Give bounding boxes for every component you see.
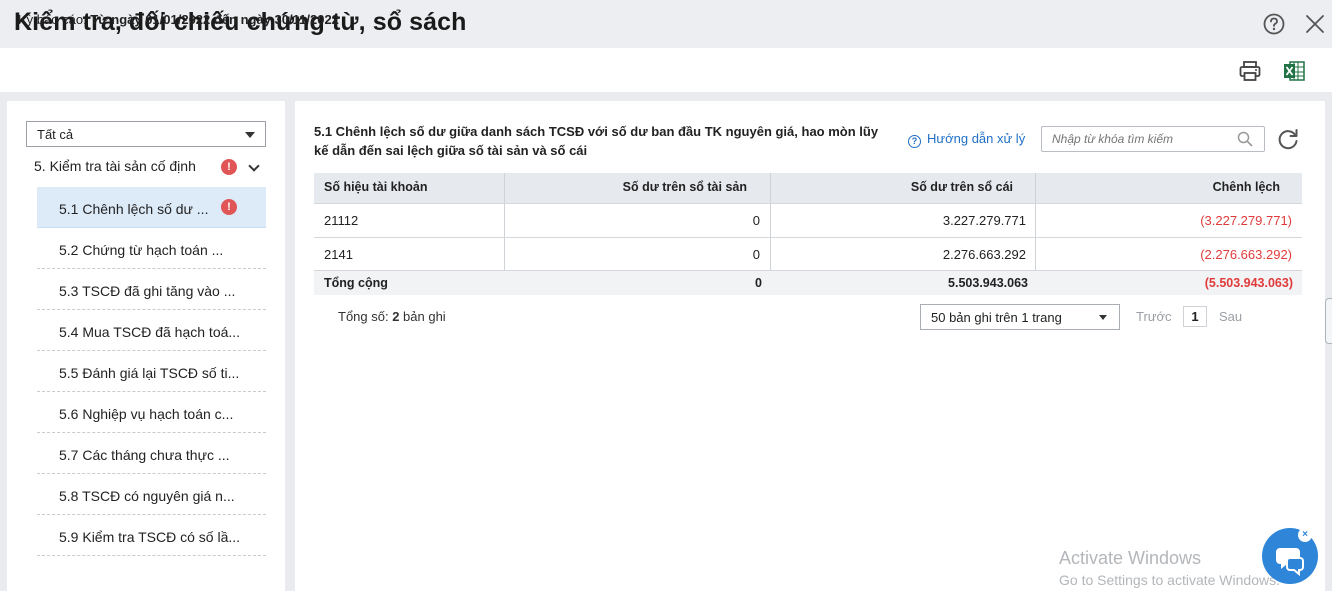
question-icon: ?	[908, 135, 921, 148]
chevron-down-icon[interactable]	[248, 160, 260, 172]
filter-select[interactable]: Tất cả	[26, 121, 266, 147]
sidebar-group-header[interactable]: 5. Kiểm tra tài sản cố định !	[34, 158, 266, 180]
cell-asset-balance: 0	[752, 213, 760, 228]
search-input[interactable]	[1041, 126, 1265, 152]
cell-difference: (3.227.279.771)	[1200, 213, 1292, 228]
excel-export-icon[interactable]	[1282, 59, 1306, 83]
guide-link[interactable]: ? Hướng dẫn xử lý	[908, 131, 1025, 148]
sidebar-item-5-2[interactable]: 5.2 Chứng từ hạch toán ...	[37, 228, 266, 269]
total-asset-balance: 0	[755, 276, 762, 290]
sidebar-item-label: 5.1 Chênh lệch số dư ...	[59, 201, 209, 217]
close-icon[interactable]	[1304, 13, 1326, 35]
help-icon[interactable]	[1263, 13, 1285, 35]
row-divider	[314, 237, 1302, 238]
column-header-account: Số hiệu tài khoản	[324, 180, 428, 194]
sidebar-item-5-5[interactable]: 5.5 Đánh giá lại TSCĐ số ti...	[37, 351, 266, 392]
report-period-value: Từ ngày 01/01/2022 đến ngày 30/11/2022	[90, 12, 339, 27]
record-count-prefix: Tổng số:	[338, 309, 393, 324]
sidebar-item-label: 5.7 Các tháng chưa thực ...	[59, 447, 230, 463]
sidebar-item-5-9[interactable]: 5.9 Kiểm tra TSCĐ có số lầ...	[37, 515, 266, 556]
sidebar-item-5-1[interactable]: 5.1 Chênh lệch số dư ... !	[37, 187, 266, 228]
sidebar-item-label: 5.8 TSCĐ có nguyên giá n...	[59, 488, 235, 504]
column-header-ledger-balance: Số dư trên sổ cái	[910, 180, 1013, 194]
sidebar-group-label: 5. Kiểm tra tài sản cố định	[34, 158, 196, 174]
alert-icon: !	[221, 159, 237, 175]
cell-ledger-balance: 2.276.663.292	[942, 247, 1026, 262]
cell-account: 2141	[324, 247, 353, 262]
total-label: Tổng cộng	[324, 276, 388, 290]
section-title: 5.1 Chênh lệch số dư giữa danh sách TCSĐ…	[314, 124, 879, 158]
sidebar-item-label: 5.9 Kiểm tra TSCĐ có số lầ...	[59, 529, 241, 545]
sidebar-item-label: 5.4 Mua TSCĐ đã hạch toá...	[59, 324, 241, 340]
sidebar-item-label: 5.6 Nghiệp vụ hạch toán c...	[59, 406, 234, 422]
guide-link-label: Hướng dẫn xử lý	[927, 131, 1026, 146]
filter-select-value: Tất cả	[37, 127, 74, 142]
column-header-asset-balance: Số dư trên sổ tài sản	[622, 180, 747, 194]
alert-icon: !	[221, 199, 237, 215]
total-ledger-balance: 5.503.943.063	[948, 276, 1028, 290]
search-icon[interactable]	[1237, 131, 1253, 147]
page-size-value: 50 bản ghi trên 1 trang	[931, 310, 1062, 325]
sidebar-item-5-8[interactable]: 5.8 TSCĐ có nguyên giá n...	[37, 474, 266, 515]
caret-down-icon	[245, 132, 255, 138]
sidebar-list: 5.1 Chênh lệch số dư ... ! 5.2 Chứng từ …	[37, 187, 266, 556]
windows-activation-title: Activate Windows	[1059, 548, 1202, 568]
chat-close-button[interactable]: ×	[1298, 528, 1312, 542]
column-header-difference: Chênh lệch	[1212, 180, 1280, 194]
sidebar-item-5-3[interactable]: 5.3 TSCĐ đã ghi tăng vào ...	[37, 269, 266, 310]
total-difference: (5.503.943.063)	[1204, 276, 1293, 290]
cell-account: 21112	[324, 213, 359, 228]
cell-difference: (2.276.663.292)	[1200, 247, 1292, 262]
page-size-select[interactable]: 50 bản ghi trên 1 trang	[920, 304, 1120, 330]
caret-down-icon	[1099, 315, 1107, 320]
cell-asset-balance: 0	[752, 247, 760, 262]
report-period: Kỳ báo cáo: Từ ngày 01/01/2022 đến ngày …	[18, 12, 339, 27]
next-page-button[interactable]: Sau	[1219, 309, 1242, 324]
prev-page-button[interactable]: Trước	[1136, 309, 1172, 324]
windows-activation-text: Go to Settings to activate Windows.	[1059, 572, 1280, 588]
print-icon[interactable]	[1238, 59, 1262, 83]
side-scroll-handle[interactable]	[1325, 298, 1332, 344]
sidebar-item-label: 5.5 Đánh giá lại TSCĐ số ti...	[59, 365, 240, 381]
cell-ledger-balance: 3.227.279.771	[942, 213, 1026, 228]
sidebar-item-5-4[interactable]: 5.4 Mua TSCĐ đã hạch toá...	[37, 310, 266, 351]
sidebar-item-5-7[interactable]: 5.7 Các tháng chưa thực ...	[37, 433, 266, 474]
record-count-suffix: bản ghi	[399, 309, 446, 324]
report-period-bar	[0, 48, 1332, 92]
row-divider	[314, 203, 1302, 204]
report-period-label: Kỳ báo cáo:	[18, 12, 91, 27]
record-count: Tổng số: 2 bản ghi	[338, 309, 446, 324]
sidebar-item-label: 5.3 TSCĐ đã ghi tăng vào ...	[59, 283, 236, 299]
refresh-icon[interactable]	[1276, 127, 1300, 151]
current-page[interactable]: 1	[1183, 306, 1207, 327]
sidebar-item-label: 5.2 Chứng từ hạch toán ...	[59, 242, 224, 258]
sidebar-item-5-6[interactable]: 5.6 Nghiệp vụ hạch toán c...	[37, 392, 266, 433]
